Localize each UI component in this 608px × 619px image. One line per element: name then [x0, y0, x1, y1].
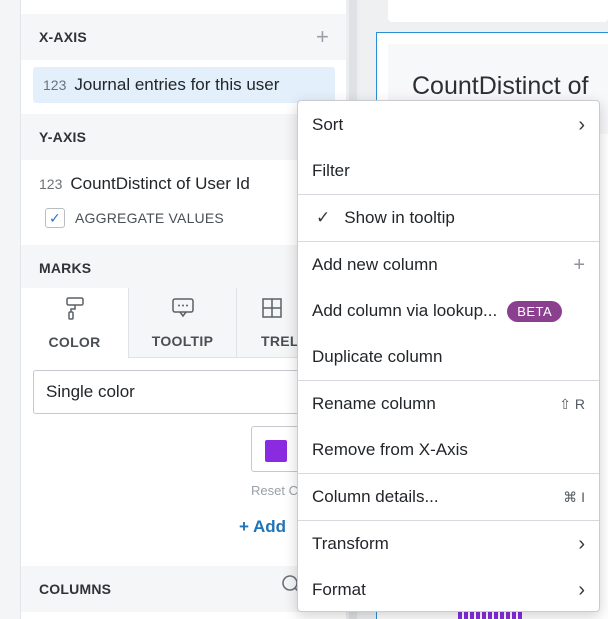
menu-item-remove-from-x-axis[interactable]: Remove from X-Axis: [298, 427, 599, 473]
yaxis-field[interactable]: 123 CountDistinct of User Id: [39, 174, 250, 194]
add-xaxis-icon[interactable]: +: [316, 24, 329, 50]
xaxis-field-label: Journal entries for this user: [74, 75, 280, 94]
tab-trellis-label: TREL: [261, 332, 299, 349]
column-context-menu: Sort › Filter ✓ Show in tooltip Add new …: [297, 100, 600, 612]
checkmark-icon: ✓: [316, 208, 331, 227]
chevron-right-icon: ›: [578, 578, 585, 601]
tab-tooltip[interactable]: TOOLTIP: [129, 288, 237, 358]
menu-item-format[interactable]: Format ›: [298, 567, 599, 613]
chevron-right-icon: ›: [578, 532, 585, 555]
menu-item-rename-column[interactable]: Rename column ⇧ R: [298, 381, 599, 427]
menu-item-duplicate-column-label: Duplicate column: [312, 347, 443, 366]
number-type-icon: 123: [39, 176, 63, 192]
plus-icon: +: [573, 253, 585, 276]
menu-item-column-details-label: Column details...: [312, 487, 439, 506]
menu-item-rename-column-label: Rename column: [312, 394, 436, 413]
yaxis-title: Y-AXIS: [39, 129, 87, 145]
menu-item-sort-label: Sort: [312, 115, 344, 134]
reset-color-link[interactable]: Reset C: [251, 483, 298, 498]
color-mode-value: Single color: [46, 382, 135, 401]
tab-color-label: COLOR: [48, 334, 101, 350]
rename-shortcut: ⇧ R: [559, 395, 585, 412]
beta-badge: BETA: [507, 300, 563, 322]
chevron-right-icon: ›: [578, 113, 585, 136]
menu-item-add-via-lookup-label: Add column via lookup...: [312, 301, 498, 320]
menu-item-format-label: Format: [312, 580, 366, 599]
menu-item-duplicate-column[interactable]: Duplicate column: [298, 334, 599, 380]
menu-item-add-column-via-lookup[interactable]: Add column via lookup... BETA: [298, 288, 599, 334]
top-card: [388, 0, 608, 22]
tab-tooltip-label: TOOLTIP: [151, 332, 214, 349]
menu-item-transform-label: Transform: [312, 534, 389, 553]
menu-item-sort[interactable]: Sort ›: [298, 102, 599, 148]
menu-item-column-details[interactable]: Column details... ⌘ I: [298, 474, 599, 520]
tab-color[interactable]: COLOR: [21, 288, 129, 358]
xaxis-title: X-AXIS: [39, 29, 87, 45]
menu-item-add-new-column-label: Add new column: [312, 255, 438, 274]
grid-icon: [261, 297, 283, 325]
marks-title: MARKS: [39, 260, 92, 276]
number-type-icon: 123: [43, 77, 67, 93]
menu-item-transform[interactable]: Transform ›: [298, 521, 599, 567]
paint-roller-icon: [65, 296, 85, 326]
menu-item-remove-label: Remove from X-Axis: [312, 440, 468, 459]
aggregate-values-label: AGGREGATE VALUES: [75, 210, 224, 226]
menu-item-show-in-tooltip-label: Show in tooltip: [344, 208, 455, 227]
xaxis-field[interactable]: 123 Journal entries for this user: [33, 67, 335, 103]
yaxis-field-label: CountDistinct of User Id: [70, 174, 250, 193]
chart-title: CountDistinct of: [412, 72, 589, 100]
xaxis-header: X-AXIS +: [21, 14, 347, 60]
columns-title: COLUMNS: [39, 581, 112, 597]
add-color-link[interactable]: + Add: [239, 517, 286, 537]
color-swatch: [265, 440, 287, 462]
speech-bubble-icon: [171, 297, 195, 325]
aggregate-values-toggle[interactable]: ✓ AGGREGATE VALUES: [45, 208, 224, 228]
checkbox-checked-icon[interactable]: ✓: [45, 208, 65, 228]
details-shortcut: ⌘ I: [563, 488, 585, 505]
left-gutter: [0, 0, 20, 619]
menu-item-filter-label: Filter: [312, 161, 350, 180]
menu-item-show-in-tooltip[interactable]: ✓ Show in tooltip: [298, 195, 599, 241]
menu-item-filter[interactable]: Filter: [298, 148, 599, 194]
menu-item-add-new-column[interactable]: Add new column +: [298, 242, 599, 288]
